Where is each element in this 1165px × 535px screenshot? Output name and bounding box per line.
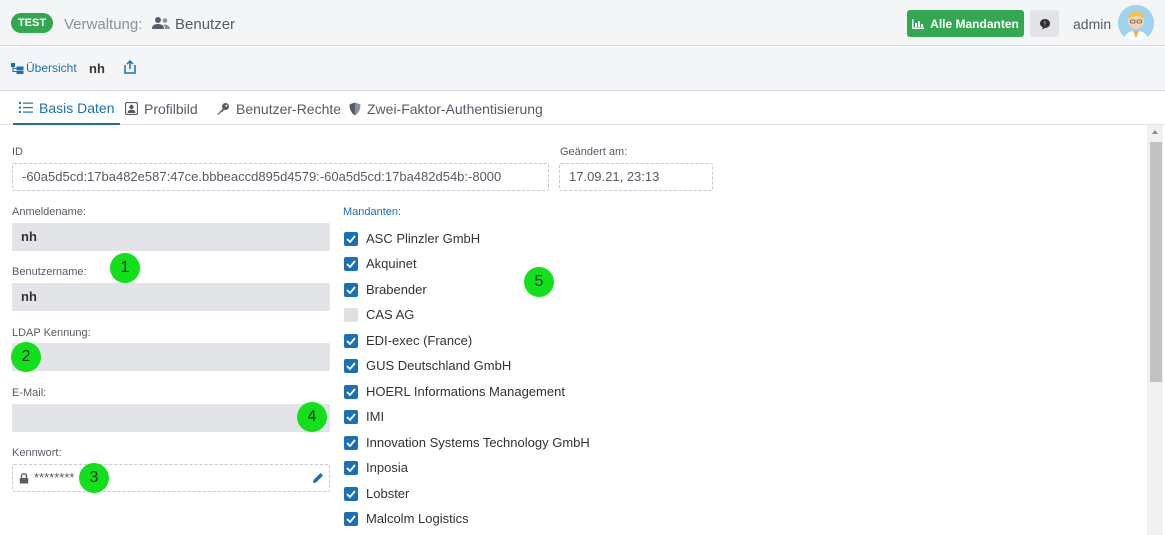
- record-name: nh: [89, 61, 105, 76]
- avatar-icon: [1118, 5, 1154, 41]
- user-avatar[interactable]: [1118, 5, 1154, 41]
- client-name: Malcolm Logistics: [366, 511, 469, 526]
- client-checkbox-item[interactable]: Inposia: [344, 460, 408, 475]
- annotation-marker-1: 1: [110, 253, 140, 283]
- password-value: ********: [34, 470, 75, 485]
- overview-link[interactable]: Übersicht: [11, 61, 77, 75]
- client-checkbox-item[interactable]: Malcolm Logistics: [344, 511, 469, 526]
- checkbox-checked-icon[interactable]: [344, 333, 358, 348]
- tab-label: Zwei-Faktor-Authentisierung: [367, 100, 543, 117]
- all-clients-label: Alle Mandanten: [930, 16, 1019, 31]
- username[interactable]: admin: [1073, 16, 1111, 32]
- checkbox-checked-icon[interactable]: [344, 384, 358, 399]
- checkbox-checked-icon[interactable]: [344, 256, 358, 271]
- users-icon: [152, 17, 170, 29]
- client-checkbox-item[interactable]: HOERL Informations Management: [344, 384, 565, 399]
- page-title: Benutzer: [175, 16, 236, 33]
- client-checkbox-item[interactable]: EDI-exec (France): [344, 333, 472, 348]
- client-checkbox-item[interactable]: GUS Deutschland GmbH: [344, 358, 511, 373]
- portrait-icon: [125, 102, 138, 115]
- checkbox-checked-icon[interactable]: [344, 231, 358, 246]
- ldap-label: LDAP Kennung:: [12, 327, 91, 339]
- scroll-up-arrow-icon[interactable]: [1151, 128, 1159, 136]
- app-header: TEST Verwaltung: Benutzer Alle Mandanten…: [0, 0, 1165, 46]
- client-checkbox-item[interactable]: Brabender: [344, 282, 427, 297]
- client-name: IMI: [366, 409, 385, 424]
- list-icon: [19, 102, 33, 113]
- key-icon: [217, 103, 229, 115]
- login-input[interactable]: nh: [12, 223, 330, 251]
- client-name: Inposia: [366, 460, 408, 475]
- tab-profilbild[interactable]: Profilbild: [125, 92, 198, 125]
- annotation-marker-3: 3: [79, 463, 109, 493]
- annotation-marker-5: 5: [524, 267, 554, 297]
- tab-bar: Basis Daten Profilbild Benutzer-Rechte Z…: [0, 92, 1165, 125]
- client-checkbox-item[interactable]: IMI: [344, 409, 384, 424]
- email-input[interactable]: [12, 404, 330, 432]
- ldap-input[interactable]: [12, 343, 330, 371]
- export-icon[interactable]: [122, 59, 138, 75]
- tab-zwei-faktor[interactable]: Zwei-Faktor-Authentisierung: [349, 92, 543, 125]
- section-label: Verwaltung:: [64, 16, 143, 33]
- client-name: ASC Plinzler GmbH: [366, 231, 481, 246]
- chat-icon: !: [1039, 18, 1050, 29]
- all-clients-button[interactable]: Alle Mandanten: [907, 10, 1024, 37]
- checkbox-checked-icon[interactable]: [344, 511, 358, 526]
- checkbox-checked-icon[interactable]: [344, 409, 358, 424]
- checkbox-checked-icon[interactable]: [344, 282, 358, 297]
- tab-basis-daten[interactable]: Basis Daten: [13, 92, 121, 125]
- client-checkbox-item[interactable]: Innovation Systems Technology GmbH: [344, 435, 590, 450]
- checkbox-unchecked-icon[interactable]: [344, 307, 358, 322]
- checkbox-checked-icon[interactable]: [344, 486, 358, 501]
- changed-label: Geändert am:: [560, 146, 628, 158]
- id-label: ID: [12, 146, 23, 158]
- annotation-marker-2: 2: [11, 342, 41, 372]
- password-label: Kennwort:: [12, 447, 62, 459]
- client-name: GUS Deutschland GmbH: [366, 358, 512, 373]
- client-name: CAS AG: [366, 307, 415, 322]
- checkbox-checked-icon[interactable]: [344, 460, 358, 475]
- scrollbar-thumb[interactable]: [1150, 142, 1162, 382]
- checkbox-checked-icon[interactable]: [344, 358, 358, 373]
- lock-icon: [19, 472, 29, 483]
- client-name: Brabender: [366, 282, 427, 297]
- username-input[interactable]: nh: [12, 283, 330, 311]
- tab-label: Profilbild: [144, 100, 198, 117]
- tab-label: Benutzer-Rechte: [236, 100, 342, 117]
- client-name: Innovation Systems Technology GmbH: [366, 435, 590, 450]
- tree-icon: [11, 62, 24, 74]
- record-toolbar: Übersicht nh: [0, 47, 1165, 91]
- password-field[interactable]: ********: [12, 464, 330, 492]
- username-label: Benutzername:: [12, 266, 87, 278]
- checkbox-checked-icon[interactable]: [344, 435, 358, 450]
- client-name: Akquinet: [366, 256, 417, 271]
- clients-label: Mandanten:: [343, 206, 402, 218]
- tab-label: Basis Daten: [39, 99, 115, 116]
- env-badge: TEST: [11, 13, 53, 33]
- overview-label: Übersicht: [26, 61, 77, 75]
- chat-button[interactable]: !: [1030, 10, 1059, 37]
- client-name: Lobster: [366, 486, 410, 501]
- tab-benutzer-rechte[interactable]: Benutzer-Rechte: [216, 92, 341, 125]
- login-label: Anmeldename:: [12, 206, 86, 218]
- email-label: E-Mail:: [12, 387, 47, 399]
- chart-icon: [912, 18, 925, 29]
- client-checkbox-item[interactable]: Akquinet: [344, 256, 417, 271]
- client-checkbox-item[interactable]: Lobster: [344, 486, 409, 501]
- changed-field: 17.09.21, 23:13: [559, 163, 713, 191]
- pencil-icon[interactable]: [312, 472, 324, 484]
- annotation-marker-4: 4: [297, 402, 327, 432]
- client-checkbox-item[interactable]: CAS AG: [344, 307, 414, 322]
- client-name: EDI-exec (France): [366, 333, 473, 348]
- shield-icon: [349, 102, 361, 115]
- client-name: HOERL Informations Management: [366, 384, 565, 399]
- client-checkbox-item[interactable]: ASC Plinzler GmbH: [344, 231, 480, 246]
- id-field: -60a5d5cd:17ba482e587:47ce.bbbeaccd895d4…: [12, 163, 549, 191]
